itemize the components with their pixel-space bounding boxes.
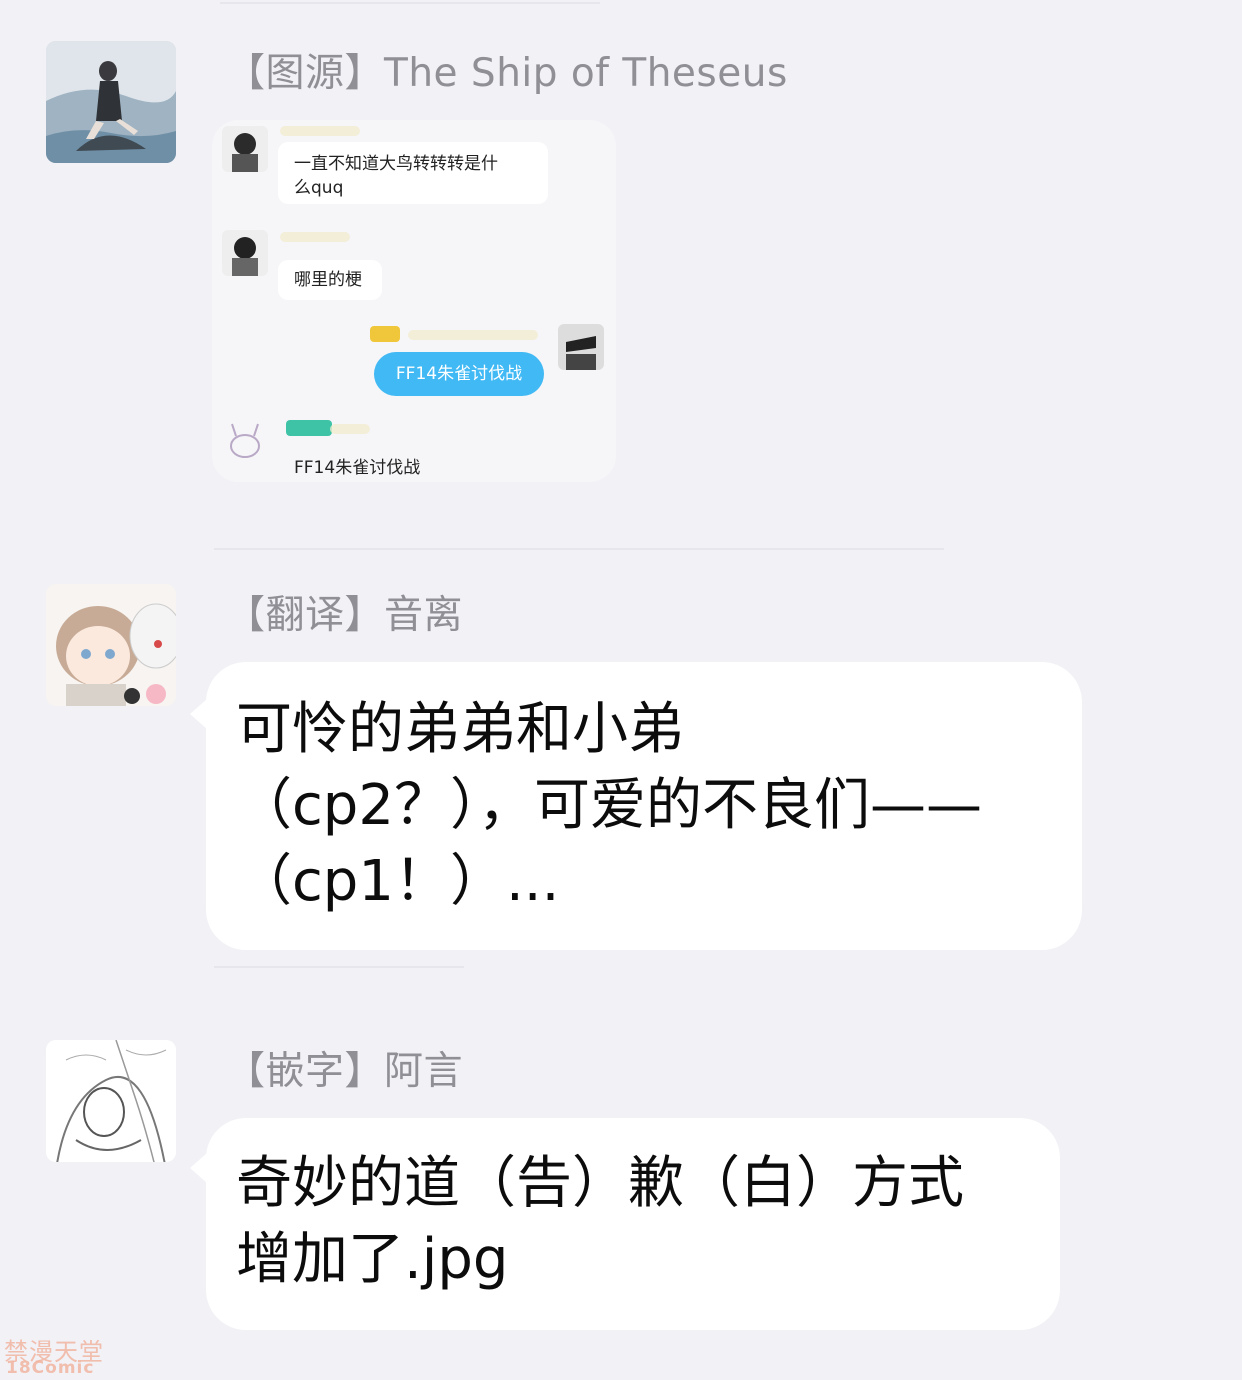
mini-avatar <box>558 324 604 370</box>
mini-avatar <box>222 418 268 464</box>
message-bubble: 奇妙的道（告）歉（白）方式 增加了.jpg <box>206 1118 1060 1330</box>
mini-message-bubble-blue: FF14朱雀讨伐战 <box>374 352 544 396</box>
separator <box>214 966 464 968</box>
message-1: 【图源】The Ship of Theseus 一直不知道大鸟转转转是什 么qu… <box>0 0 1242 500</box>
message-text: 奇妙的道（告）歉（白）方式 增加了.jpg <box>236 1151 964 1292</box>
person-icon <box>222 230 268 276</box>
mini-message-text: 哪里的梗 <box>294 270 362 290</box>
bunny-doodle-icon <box>222 418 268 464</box>
avatar[interactable] <box>46 41 176 163</box>
avatar[interactable] <box>46 1040 176 1162</box>
avatar-image <box>46 584 176 706</box>
message-bubble: 可怜的弟弟和小弟 （cp2？），可爱的不良们—— （cp1！）... <box>206 662 1082 950</box>
avatar[interactable] <box>46 584 176 706</box>
message-text: 可怜的弟弟和小弟 （cp2？），可爱的不良们—— （cp1！）... <box>236 697 982 914</box>
watermark-line-2: 18Comic <box>6 1358 95 1378</box>
person-icon <box>558 324 604 370</box>
sender-name: 【翻译】音离 <box>226 593 464 638</box>
blurred-name <box>280 232 350 242</box>
avatar-image <box>46 41 176 163</box>
avatar-image <box>46 1040 176 1162</box>
mini-message-text: FF14朱雀讨伐战 <box>294 458 421 478</box>
mini-avatar <box>222 126 268 172</box>
watermark-logo: 禁漫天堂 18Comic <box>4 1332 108 1378</box>
blurred-name <box>408 330 538 340</box>
blurred-name <box>330 424 370 434</box>
sender-name: 【图源】The Ship of Theseus <box>226 51 788 96</box>
mini-avatar <box>222 230 268 276</box>
mini-message-text: 一直不知道大鸟转转转是什 么quq <box>294 154 498 198</box>
sender-name: 【嵌字】阿言 <box>226 1049 464 1094</box>
admin-badge <box>286 420 332 436</box>
title-badge <box>370 326 400 342</box>
screenshot-image[interactable]: 一直不知道大鸟转转转是什 么quq 哪里的梗 FF14朱雀讨伐战 FF14朱雀讨… <box>212 120 616 482</box>
blurred-name <box>280 126 360 136</box>
separator <box>214 548 944 550</box>
person-icon <box>222 126 268 172</box>
